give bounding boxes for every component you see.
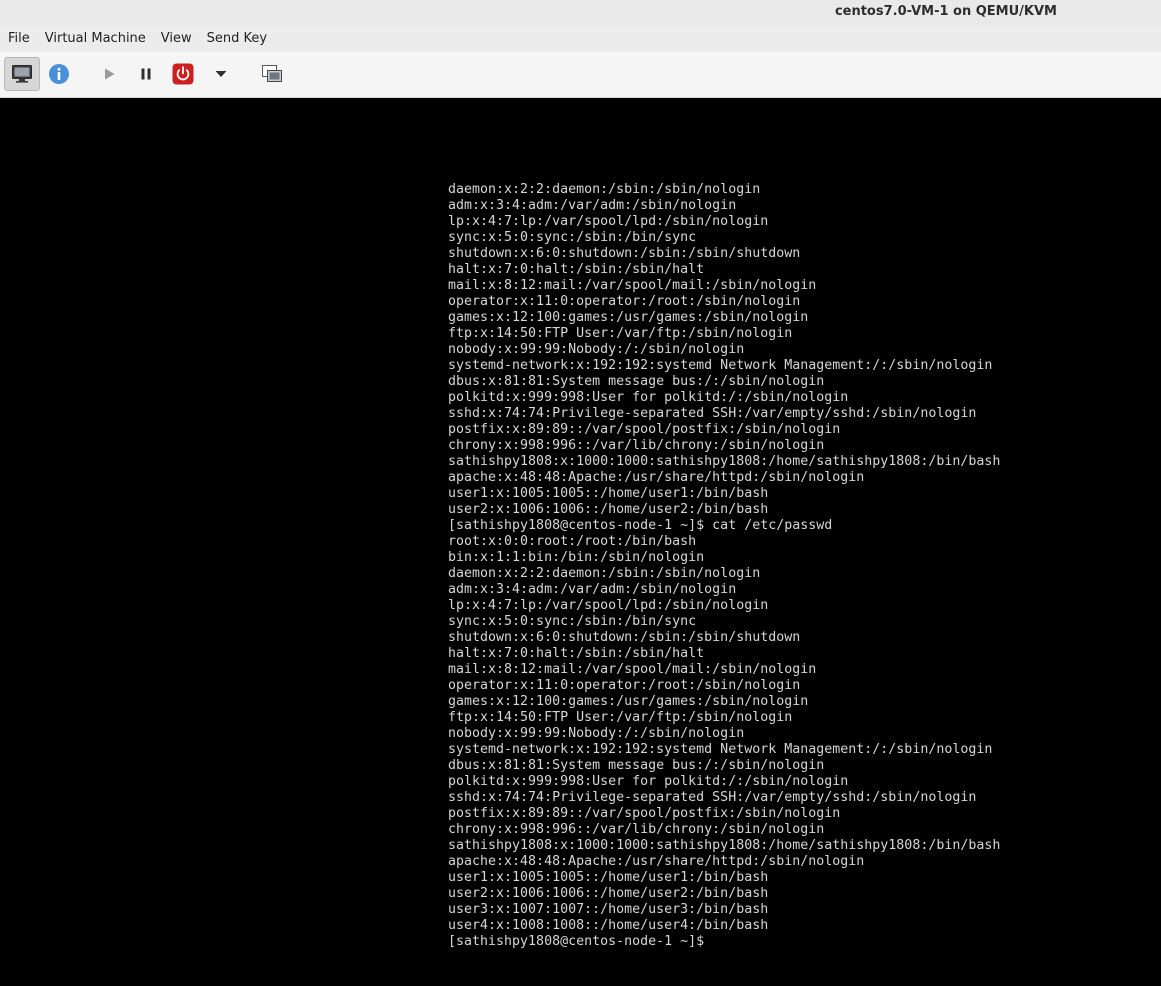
terminal-line: chrony:x:998:996::/var/lib/chrony:/sbin/…	[448, 438, 825, 453]
terminal-line: apache:x:48:48:Apache:/usr/share/httpd:/…	[448, 470, 865, 485]
pause-icon	[141, 68, 151, 80]
menu-view[interactable]: View	[154, 26, 199, 52]
terminal-line: user1:x:1005:1005::/home/user1:/bin/bash	[448, 486, 769, 501]
terminal-line: ftp:x:14:50:FTP User:/var/ftp:/sbin/nolo…	[448, 710, 793, 725]
terminal-line: [sathishpy1808@centos-node-1 ~]$ cat /et…	[448, 518, 833, 533]
terminal-line: systemd-network:x:192:192:systemd Networ…	[448, 358, 993, 373]
details-button[interactable]	[41, 57, 77, 91]
terminal-line: adm:x:3:4:adm:/var/adm:/sbin/nologin	[448, 198, 737, 213]
fullscreen-icon	[262, 65, 282, 82]
terminal-line: sync:x:5:0:sync:/sbin:/bin/sync	[448, 614, 697, 629]
terminal-line: mail:x:8:12:mail:/var/spool/mail:/sbin/n…	[448, 278, 817, 293]
terminal-line: adm:x:3:4:adm:/var/adm:/sbin/nologin	[448, 582, 737, 597]
terminal-line: shutdown:x:6:0:shutdown:/sbin:/sbin/shut…	[448, 246, 801, 261]
chevron-down-icon	[215, 71, 227, 77]
terminal-line: nobody:x:99:99:Nobody:/:/sbin/nologin	[448, 342, 745, 357]
terminal-line: user3:x:1007:1007::/home/user3:/bin/bash	[448, 902, 769, 917]
play-icon	[105, 68, 115, 80]
terminal-line: games:x:12:100:games:/usr/games:/sbin/no…	[448, 310, 809, 325]
power-icon	[172, 63, 194, 85]
terminal-line: halt:x:7:0:halt:/sbin:/sbin/halt	[448, 262, 705, 277]
menu-file[interactable]: File	[1, 26, 37, 52]
info-icon	[49, 64, 69, 84]
terminal-line: nobody:x:99:99:Nobody:/:/sbin/nologin	[448, 726, 745, 741]
terminal-line: sync:x:5:0:sync:/sbin:/bin/sync	[448, 230, 697, 245]
monitor-icon	[12, 65, 32, 83]
terminal-line: bin:x:1:1:bin:/bin:/sbin/nologin	[448, 550, 705, 565]
toolbar	[0, 52, 1161, 98]
terminal-line: operator:x:11:0:operator:/root:/sbin/nol…	[448, 294, 801, 309]
run-button[interactable]	[91, 57, 127, 91]
terminal-line: dbus:x:81:81:System message bus:/:/sbin/…	[448, 374, 825, 389]
terminal-line: systemd-network:x:192:192:systemd Networ…	[448, 742, 993, 757]
terminal-line: postfix:x:89:89::/var/spool/postfix:/sbi…	[448, 806, 841, 821]
terminal-line: shutdown:x:6:0:shutdown:/sbin:/sbin/shut…	[448, 630, 801, 645]
terminal-line: polkitd:x:999:998:User for polkitd:/:/sb…	[448, 774, 849, 789]
terminal-line: sshd:x:74:74:Privilege-separated SSH:/va…	[448, 406, 977, 421]
fullscreen-button[interactable]	[254, 57, 290, 91]
terminal-line: daemon:x:2:2:daemon:/sbin:/sbin/nologin	[448, 182, 761, 197]
terminal-line: apache:x:48:48:Apache:/usr/share/httpd:/…	[448, 854, 865, 869]
terminal-line: operator:x:11:0:operator:/root:/sbin/nol…	[448, 678, 801, 693]
pause-button[interactable]	[128, 57, 164, 91]
terminal-line: games:x:12:100:games:/usr/games:/sbin/no…	[448, 694, 809, 709]
terminal-line: daemon:x:2:2:daemon:/sbin:/sbin/nologin	[448, 566, 761, 581]
vm-viewer-window: centos7.0-VM-1 on QEMU/KVM File Virtual …	[0, 0, 1161, 986]
shutdown-menu-button[interactable]	[203, 57, 239, 91]
terminal-line: user2:x:1006:1006::/home/user2:/bin/bash	[448, 886, 769, 901]
shutdown-button[interactable]	[165, 57, 201, 91]
terminal-line: sathishpy1808:x:1000:1000:sathishpy1808:…	[448, 454, 1001, 469]
terminal-line: user2:x:1006:1006::/home/user2:/bin/bash	[448, 502, 769, 517]
terminal-line: sshd:x:74:74:Privilege-separated SSH:/va…	[448, 790, 977, 805]
console-view-button[interactable]	[4, 57, 40, 91]
vm-console-display[interactable]: daemon:x:2:2:daemon:/sbin:/sbin/nologin a…	[0, 98, 1161, 986]
menu-send-key[interactable]: Send Key	[200, 26, 274, 52]
terminal-line: user4:x:1008:1008::/home/user4:/bin/bash	[448, 918, 769, 933]
terminal-line: lp:x:4:7:lp:/var/spool/lpd:/sbin/nologin	[448, 214, 769, 229]
terminal-line: [sathishpy1808@centos-node-1 ~]$	[448, 934, 705, 949]
terminal-line: lp:x:4:7:lp:/var/spool/lpd:/sbin/nologin	[448, 598, 769, 613]
terminal-line: postfix:x:89:89::/var/spool/postfix:/sbi…	[448, 422, 841, 437]
terminal-line: halt:x:7:0:halt:/sbin:/sbin/halt	[448, 646, 705, 661]
window-title: centos7.0-VM-1 on QEMU/KVM	[834, 4, 1057, 19]
terminal-output: daemon:x:2:2:daemon:/sbin:/sbin/nologin a…	[448, 182, 1000, 950]
terminal-line: chrony:x:998:996::/var/lib/chrony:/sbin/…	[448, 822, 825, 837]
terminal-line: root:x:0:0:root:/root:/bin/bash	[448, 534, 697, 549]
terminal-line: polkitd:x:999:998:User for polkitd:/:/sb…	[448, 390, 849, 405]
menu-bar: File Virtual Machine View Send Key	[0, 26, 1161, 52]
title-bar: centos7.0-VM-1 on QEMU/KVM	[0, 0, 1161, 26]
terminal-line: dbus:x:81:81:System message bus:/:/sbin/…	[448, 758, 825, 773]
terminal-line: sathishpy1808:x:1000:1000:sathishpy1808:…	[448, 838, 1001, 853]
terminal-line: mail:x:8:12:mail:/var/spool/mail:/sbin/n…	[448, 662, 817, 677]
terminal-line: user1:x:1005:1005::/home/user1:/bin/bash	[448, 870, 769, 885]
terminal-line: ftp:x:14:50:FTP User:/var/ftp:/sbin/nolo…	[448, 326, 793, 341]
menu-virtual-machine[interactable]: Virtual Machine	[38, 26, 153, 52]
